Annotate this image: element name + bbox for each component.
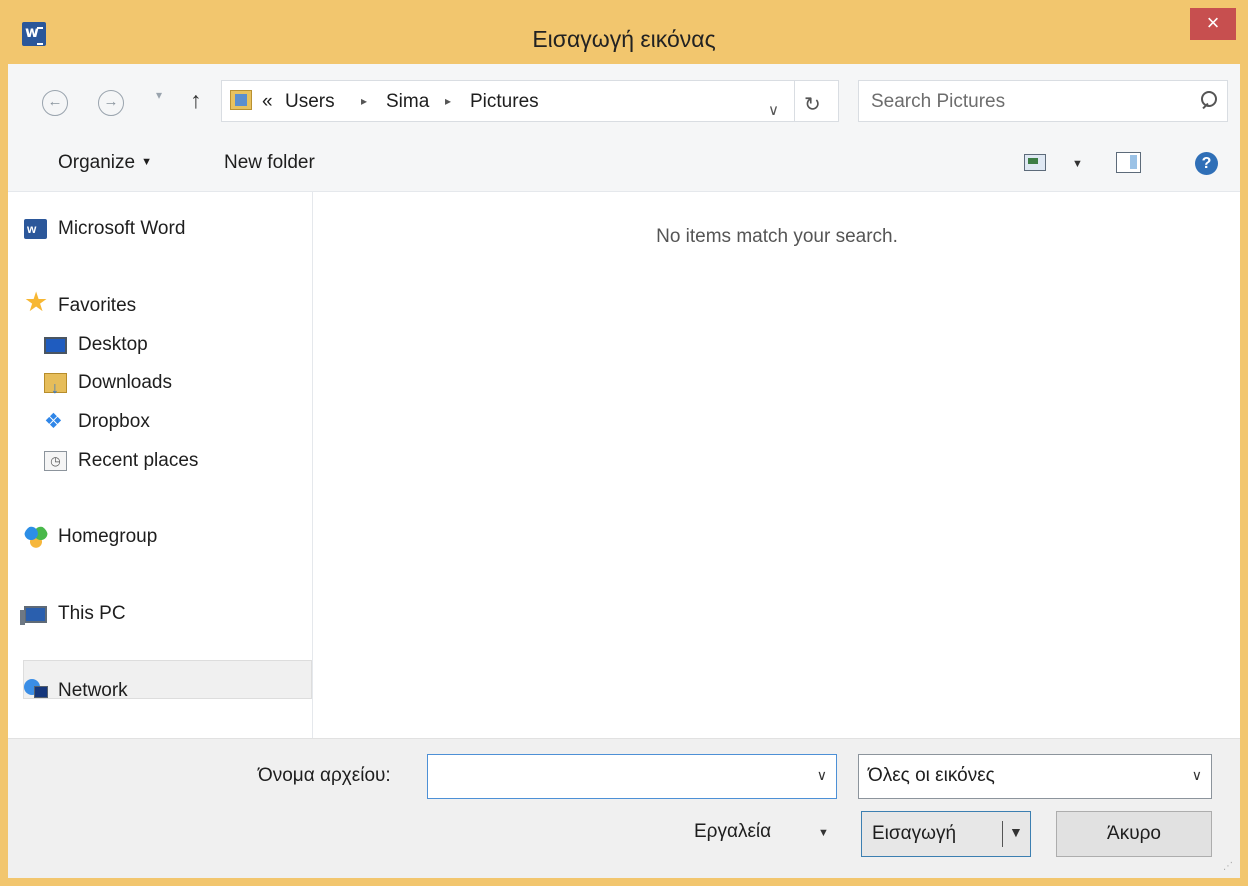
sidebar-item-microsoft-word[interactable]: w Microsoft Word: [24, 214, 186, 244]
sidebar-item-label: Microsoft Word: [58, 218, 186, 239]
file-type-value: Όλες οι εικόνες: [868, 765, 995, 786]
sidebar-item-homegroup[interactable]: Homegroup: [24, 522, 158, 552]
downloads-icon: [44, 373, 67, 404]
sidebar-item-label: Downloads: [78, 372, 172, 393]
sidebar-item-recent-places[interactable]: ◷ Recent places: [44, 446, 199, 476]
pictures-folder-icon: [230, 90, 252, 110]
breadcrumb-pictures[interactable]: Pictures: [470, 91, 539, 113]
dropbox-icon: ❖: [44, 410, 63, 433]
navigation-pane: w Microsoft Word ★ Favorites Desktop Dow…: [8, 192, 313, 738]
organize-button[interactable]: Organize ▼: [58, 152, 152, 174]
insert-options-chevron-icon[interactable]: ▼: [1009, 824, 1023, 840]
network-icon: [24, 679, 48, 703]
sidebar-item-downloads[interactable]: Downloads: [44, 368, 172, 404]
star-icon: ★: [24, 287, 49, 317]
sidebar-item-label: Dropbox: [78, 411, 150, 432]
resize-grip-icon[interactable]: ⋰: [1223, 861, 1235, 873]
sidebar-item-this-pc[interactable]: This PC: [20, 599, 126, 629]
sidebar-item-label: Desktop: [78, 334, 148, 355]
help-icon[interactable]: ?: [1195, 152, 1218, 175]
tools-button[interactable]: Εργαλεία: [694, 821, 771, 843]
dialog-client-area: ← → ▾ ↑ « Users ▸ Sima ▸ Pictures ∨ ↻ Se…: [8, 64, 1240, 878]
recent-places-icon: ◷: [44, 451, 67, 471]
word-icon: w: [24, 219, 47, 239]
sidebar-item-favorites[interactable]: ★ Favorites: [24, 289, 137, 321]
breadcrumb-separator-icon[interactable]: ▸: [361, 94, 367, 108]
refresh-icon[interactable]: ↻: [804, 92, 821, 117]
title-bar: Εισαγωγή εικόνας ×: [0, 0, 1248, 64]
tools-chevron-icon[interactable]: ▼: [818, 827, 829, 839]
search-input[interactable]: Search Pictures: [871, 91, 1005, 113]
new-folder-button[interactable]: New folder: [224, 152, 315, 174]
breadcrumb-sima[interactable]: Sima: [386, 91, 429, 113]
breadcrumb-separator-icon[interactable]: ▸: [445, 94, 451, 108]
forward-button[interactable]: →: [98, 90, 124, 116]
insert-button[interactable]: Εισαγωγή ▼: [861, 811, 1031, 857]
insert-picture-dialog: Εισαγωγή εικόνας × ← → ▾ ↑ « Users ▸ Sim…: [0, 0, 1248, 886]
search-box[interactable]: Search Pictures: [858, 80, 1228, 122]
breadcrumb-overflow[interactable]: «: [262, 91, 273, 113]
sidebar-item-label: Network: [58, 680, 128, 701]
back-button[interactable]: ←: [42, 90, 68, 116]
empty-state-message: No items match your search.: [656, 226, 898, 247]
file-type-dropdown-icon[interactable]: ∨: [1192, 767, 1202, 784]
address-dropdown-icon[interactable]: ∨: [768, 101, 779, 119]
file-selection-panel: Όνομα αρχείου: ∨ Όλες οι εικόνες ∨ Εργαλ…: [8, 738, 1240, 878]
file-type-select[interactable]: Όλες οι εικόνες ∨: [858, 754, 1212, 799]
insert-button-divider: [1002, 821, 1003, 847]
sidebar-item-label: Recent places: [78, 450, 199, 471]
sidebar-item-label: This PC: [58, 603, 126, 624]
up-folder-button[interactable]: ↑: [190, 87, 202, 114]
file-name-dropdown-icon[interactable]: ∨: [817, 767, 827, 784]
homegroup-icon: [24, 525, 48, 549]
sidebar-item-desktop[interactable]: Desktop: [44, 330, 148, 360]
preview-pane-icon[interactable]: [1116, 152, 1141, 173]
sidebar-item-dropbox[interactable]: ❖ Dropbox: [44, 407, 150, 437]
sidebar-item-label: Homegroup: [58, 526, 158, 547]
computer-icon: [20, 606, 47, 625]
change-view-icon[interactable]: [1024, 154, 1046, 171]
insert-button-label: Εισαγωγή: [872, 823, 957, 844]
dialog-title: Εισαγωγή εικόνας: [532, 26, 716, 52]
address-separator: [794, 80, 795, 122]
file-name-label: Όνομα αρχείου:: [258, 765, 391, 786]
close-button[interactable]: ×: [1190, 8, 1236, 40]
organize-label: Organize: [58, 152, 136, 173]
recent-locations-dropdown[interactable]: ▾: [156, 88, 162, 102]
command-bar: Organize ▼ New folder ▼ ?: [8, 136, 1240, 192]
address-bar[interactable]: « Users ▸ Sima ▸ Pictures: [221, 80, 839, 122]
sidebar-item-label: Favorites: [58, 295, 137, 316]
desktop-icon: [44, 337, 67, 354]
cancel-button[interactable]: Άκυρο: [1056, 811, 1212, 857]
breadcrumb-users[interactable]: Users: [285, 91, 335, 113]
search-icon[interactable]: [1199, 91, 1217, 111]
navigation-bar: ← → ▾ ↑ « Users ▸ Sima ▸ Pictures ∨ ↻ Se…: [8, 64, 1240, 136]
view-options-chevron-icon[interactable]: ▼: [1072, 158, 1083, 170]
sidebar-item-network[interactable]: Network: [24, 676, 128, 706]
file-name-input[interactable]: ∨: [427, 754, 837, 799]
file-list[interactable]: No items match your search.: [314, 192, 1240, 738]
chevron-down-icon: ▼: [141, 156, 152, 168]
